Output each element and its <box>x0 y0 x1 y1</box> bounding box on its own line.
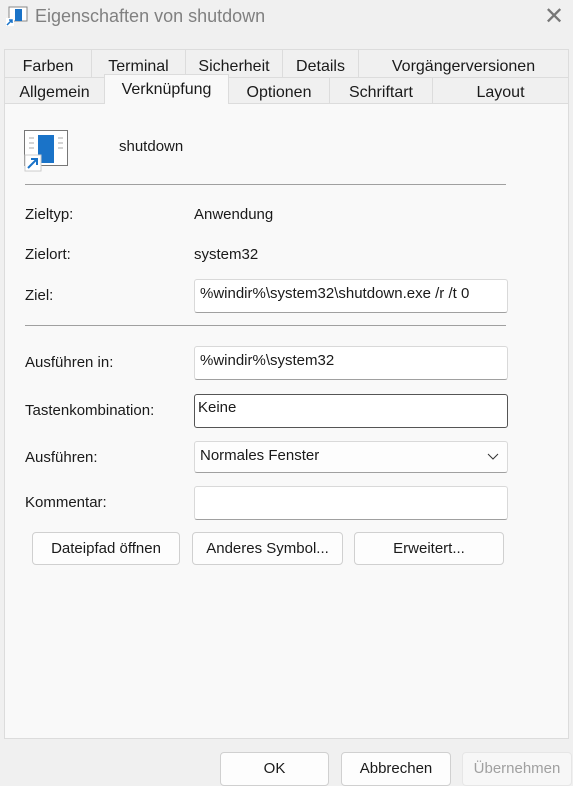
tab-optionen[interactable]: Optionen <box>228 77 330 104</box>
tastenkombination-input[interactable]: Keine <box>194 394 508 428</box>
tab-vorgaengerversionen[interactable]: Vorgängerversionen <box>358 49 569 78</box>
shortcut-app-icon <box>6 6 28 26</box>
ziel-label: Ziel: <box>25 287 54 304</box>
shortcut-app-icon <box>24 130 68 172</box>
zieltyp-value: Anwendung <box>194 206 274 223</box>
tab-allgemein[interactable]: Allgemein <box>4 77 105 104</box>
advanced-button[interactable]: Erweitert... <box>354 532 504 565</box>
ausfuehren-select[interactable]: Normales Fenster <box>194 441 508 473</box>
divider <box>25 184 506 185</box>
apply-button[interactable]: Übernehmen <box>462 752 572 786</box>
cancel-button[interactable]: Abbrechen <box>341 752 451 786</box>
zielort-value: system32 <box>194 246 259 263</box>
tab-details[interactable]: Details <box>282 49 359 78</box>
change-icon-button[interactable]: Anderes Symbol... <box>192 532 343 565</box>
divider <box>25 325 506 326</box>
ausfuehren-in-label: Ausführen in: <box>25 354 114 371</box>
open-file-location-button[interactable]: Dateipfad öffnen <box>32 532 180 565</box>
ok-button[interactable]: OK <box>220 752 329 786</box>
tab-farben[interactable]: Farben <box>4 49 92 78</box>
window-title: Eigenschaften von shutdown <box>35 6 266 26</box>
kommentar-input[interactable] <box>194 486 508 520</box>
tab-schriftart[interactable]: Schriftart <box>329 77 433 104</box>
zieltyp-label: Zieltyp: <box>25 206 74 223</box>
kommentar-label: Kommentar: <box>25 494 107 511</box>
shortcut-name: shutdown <box>119 138 184 155</box>
close-icon[interactable]: ✕ <box>544 2 564 31</box>
ausfuehren-label: Ausführen: <box>25 449 98 466</box>
ausfuehren-in-input[interactable]: %windir%\system32 <box>194 346 508 380</box>
ausfuehren-value: Normales Fenster <box>200 447 320 464</box>
ziel-input[interactable]: %windir%\system32\shutdown.exe /r /t 0 <box>194 279 508 313</box>
tab-verknuepfung[interactable]: Verknüpfung <box>104 74 229 104</box>
tastenkombination-label: Tastenkombination: <box>25 402 155 419</box>
chevron-down-icon <box>487 453 499 460</box>
zielort-label: Zielort: <box>25 246 71 263</box>
tab-layout[interactable]: Layout <box>432 77 569 104</box>
